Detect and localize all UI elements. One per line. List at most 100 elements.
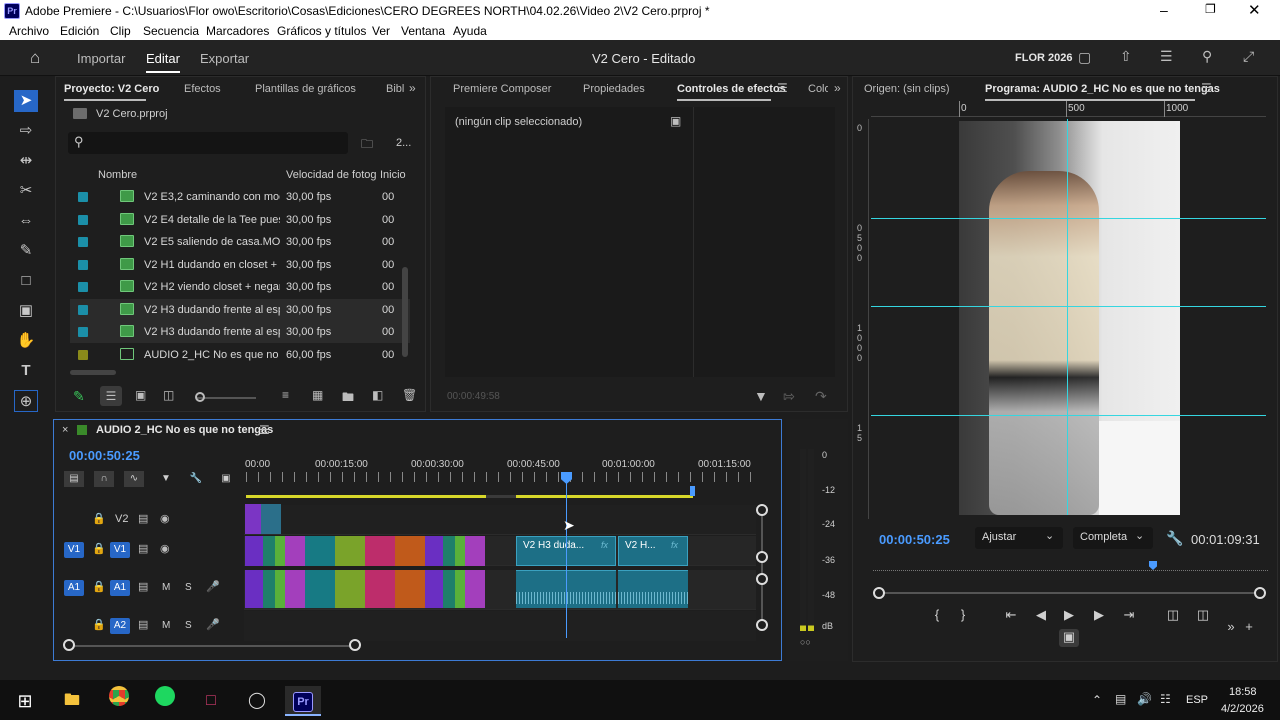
more-tabs-icon[interactable]: »: [409, 81, 416, 95]
type-tool-icon[interactable]: T: [14, 360, 38, 382]
horizontal-scroll-bar[interactable]: [68, 645, 356, 647]
sync-icon[interactable]: ▤: [138, 512, 148, 525]
new-bin-icon[interactable]: 🗀: [361, 135, 373, 156]
zoom-slider[interactable]: [196, 397, 256, 399]
folder-icon[interactable]: 🖿: [342, 388, 354, 409]
label-color-swatch[interactable]: [78, 214, 88, 225]
new-item-icon[interactable]: ◧: [372, 388, 383, 402]
lock-icon[interactable]: 🔒: [92, 512, 106, 525]
share-icon[interactable]: ⇧: [1120, 48, 1132, 65]
automate-icon[interactable]: ▦: [312, 388, 323, 402]
panel-menu-icon[interactable]: ☰: [259, 423, 270, 437]
lift-icon[interactable]: ◫: [1163, 607, 1183, 625]
timeline-playhead[interactable]: [566, 472, 567, 638]
tab-controles-efectos[interactable]: Controles de efectos: [677, 77, 786, 101]
menu-graficos[interactable]: Gráficos y títulos: [277, 24, 366, 38]
quality-select[interactable]: Completa ⌄: [1073, 527, 1153, 549]
menu-marcadores[interactable]: Marcadores: [206, 24, 269, 38]
rectangle-icon[interactable]: □: [14, 270, 38, 292]
list-item[interactable]: V2 E4 detalle de la Tee puest 30,00 fps 00: [70, 209, 410, 231]
list-item[interactable]: V2 H3 dudando frente al esp 30,00 fps 00: [70, 321, 410, 343]
tab-importar[interactable]: Importar: [77, 51, 125, 66]
v2-clip[interactable]: [261, 504, 281, 534]
v1-clip-strip[interactable]: [245, 536, 485, 566]
close-sequence-icon[interactable]: ×: [62, 424, 68, 436]
premiere-taskbar-icon[interactable]: Pr: [285, 686, 321, 716]
extract-icon[interactable]: ◫: [1193, 607, 1213, 625]
filter-icon[interactable]: ▼: [754, 388, 768, 404]
trash-icon[interactable]: 🗑: [402, 388, 417, 402]
icon-view-icon[interactable]: ▣: [135, 388, 146, 402]
more-controls-icon[interactable]: »: [1221, 619, 1241, 637]
search-input[interactable]: ⚲: [68, 132, 348, 154]
settings-wrench-icon[interactable]: 🔧: [1166, 530, 1183, 547]
chrome-icon[interactable]: [104, 686, 134, 716]
captions-icon[interactable]: ▣: [216, 471, 236, 487]
lock-icon[interactable]: 🔒: [92, 580, 106, 593]
sequence-name[interactable]: AUDIO 2_HC No es que no tengas: [96, 424, 273, 436]
freeform-view-icon[interactable]: ◫: [163, 388, 174, 402]
mark-in-icon[interactable]: {: [927, 607, 947, 625]
source-monitor-tab[interactable]: Origen: (sin clips): [864, 77, 950, 101]
tab-color[interactable]: Colo: [808, 77, 828, 101]
a1-clip-strip[interactable]: [245, 570, 485, 608]
snap-icon[interactable]: ∩: [94, 471, 114, 487]
home-icon[interactable]: ⌂: [30, 48, 40, 68]
list-item[interactable]: V2 E5 saliendo de casa.MOV 30,00 fps 00: [70, 231, 410, 253]
zoom-bar[interactable]: [877, 592, 1260, 594]
menu-ver[interactable]: Ver: [372, 24, 390, 38]
list-item[interactable]: V2 E3,2 caminando con moc 30,00 fps 00: [70, 186, 410, 208]
work-area-bar[interactable]: [246, 495, 693, 498]
language-indicator[interactable]: ESP: [1186, 694, 1208, 706]
play-audio-icon[interactable]: ⇰: [783, 388, 795, 405]
list-item[interactable]: V2 H2 viendo closet + negan 30,00 fps 00: [70, 276, 410, 298]
zoom-bar-left-handle[interactable]: [873, 587, 885, 599]
sync-icon[interactable]: ▤: [138, 618, 148, 631]
spotify-icon[interactable]: [150, 686, 180, 716]
tab-editar[interactable]: Editar: [146, 51, 180, 66]
list-item[interactable]: AUDIO 2_HC No es que no t 60,00 fps 00: [70, 344, 410, 366]
tab-proyecto[interactable]: Proyecto: V2 Cero: [64, 77, 159, 101]
label-color-swatch[interactable]: [78, 304, 88, 315]
label-color-swatch[interactable]: [78, 327, 88, 337]
tray-chevron-icon[interactable]: ⌃: [1092, 693, 1102, 707]
sync-icon[interactable]: ▤: [138, 580, 148, 593]
source-patch-v1[interactable]: V1: [64, 542, 84, 558]
sort-icon[interactable]: ≡: [282, 388, 289, 402]
toggle-timeline-icon[interactable]: ▣: [670, 114, 681, 128]
v2-clip[interactable]: [245, 504, 261, 534]
step-back-icon[interactable]: ◀: [1031, 607, 1051, 625]
source-patch-a1[interactable]: A1: [64, 580, 84, 596]
menu-clip[interactable]: Clip: [110, 24, 131, 38]
v1-clip-h3b[interactable]: V2 H... fx: [618, 536, 688, 566]
vscroll-handle-top[interactable]: [756, 504, 768, 516]
hand-icon[interactable]: ✋: [14, 330, 38, 352]
label-color-swatch[interactable]: [78, 282, 88, 292]
time-ruler-ticks[interactable]: [246, 472, 758, 482]
track-v2-lane[interactable]: [244, 505, 756, 535]
list-item[interactable]: V2 H3 dudando frente al esp 30,00 fps 00: [70, 298, 410, 321]
workspaces-icon[interactable]: ☰: [1160, 48, 1173, 65]
solo-button[interactable]: S: [185, 620, 192, 631]
play-icon[interactable]: ▶: [1059, 607, 1079, 625]
hscroll-handle-right[interactable]: [349, 639, 361, 651]
program-monitor-tab[interactable]: Programa: AUDIO 2_HC No es que no tengas: [985, 77, 1220, 101]
ripple-edit-icon[interactable]: ⇹: [14, 150, 38, 172]
program-timecode[interactable]: 00:00:50:25: [879, 532, 950, 547]
more-tabs-icon[interactable]: »: [834, 81, 841, 95]
menu-edicion[interactable]: Edición: [60, 24, 99, 38]
slip-icon[interactable]: ⇔: [14, 210, 38, 232]
vegas-icon[interactable]: □: [196, 686, 226, 716]
lock-icon[interactable]: 🔒: [92, 542, 106, 555]
scrollbar-horizontal[interactable]: [70, 370, 116, 375]
playhead-handle[interactable]: [561, 472, 572, 484]
label-color-swatch[interactable]: [78, 259, 88, 270]
solo-indicators[interactable]: ○○: [800, 637, 811, 647]
track-select-icon[interactable]: ⇨: [14, 120, 38, 142]
column-start[interactable]: Inicio: [380, 169, 406, 181]
file-explorer-icon[interactable]: 🖿: [57, 686, 87, 716]
selection-tool-icon[interactable]: ➤: [14, 90, 38, 112]
close-button[interactable]: ✕: [1248, 1, 1261, 19]
scrollbar-vertical[interactable]: [402, 267, 408, 357]
panel-menu-icon[interactable]: ☰: [777, 81, 788, 95]
